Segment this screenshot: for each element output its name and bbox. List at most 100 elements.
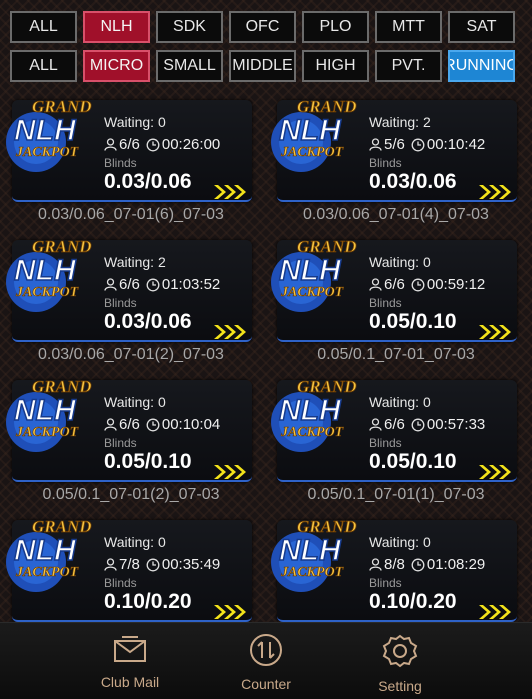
filter-all-games[interactable]: ALL [10, 11, 77, 43]
nav-setting[interactable]: Setting [345, 633, 455, 694]
table-card[interactable]: Waiting: 0 6/6 00:10:04 Blinds 0.05/0.10… [6, 374, 256, 514]
table-name: 0.03/0.06_07-01(4)_07-03 [303, 206, 489, 223]
table-timer: 01:03:52 [161, 276, 221, 293]
svg-text:JACKPOT: JACKPOT [15, 425, 80, 440]
waiting-count: Waiting: 0 [104, 114, 166, 130]
filter-sat[interactable]: SAT [448, 11, 515, 43]
table-card[interactable]: Waiting: 2 5/6 00:10:42 Blinds 0.03/0.06… [271, 94, 521, 234]
waiting-count: Waiting: 2 [104, 254, 166, 270]
filter-middle[interactable]: MIDDLE [229, 50, 296, 82]
nav-label: Setting [378, 678, 422, 694]
blinds-value: 0.03/0.06 [369, 170, 457, 193]
stakes-filter-row: ALL MICRO SMALL MIDDLE HIGH PVT. RUNNING [10, 50, 515, 82]
filter-high[interactable]: HIGH [302, 50, 369, 82]
grand-nlh-jackpot-logo: GRAND NLH JACKPOT [271, 517, 357, 592]
clock-icon [146, 278, 160, 291]
players-icon [104, 558, 117, 571]
svg-text:NLH: NLH [279, 534, 342, 567]
players-icon [104, 418, 117, 431]
filter-running[interactable]: RUNNING [448, 50, 515, 82]
filter-ofc[interactable]: OFC [229, 11, 296, 43]
filter-all-stakes[interactable]: ALL [10, 50, 77, 82]
table-timer: 00:10:04 [161, 416, 221, 433]
waiting-count: Waiting: 0 [369, 534, 431, 550]
clock-icon [411, 558, 425, 571]
table-card[interactable]: Waiting: 0 6/6 00:59:12 Blinds 0.05/0.10… [271, 234, 521, 374]
join-arrow-icon[interactable] [212, 183, 248, 201]
table-card[interactable]: Waiting: 0 6/6 00:57:33 Blinds 0.05/0.10… [271, 374, 521, 514]
counter-icon [250, 634, 282, 666]
waiting-count: Waiting: 0 [104, 534, 166, 550]
filter-small[interactable]: SMALL [156, 50, 223, 82]
players-and-timer: 6/6 00:10:04 [104, 416, 220, 433]
join-arrow-icon[interactable] [477, 463, 513, 481]
players-and-timer: 6/6 00:57:33 [369, 416, 485, 433]
nav-counter[interactable]: Counter [211, 633, 321, 692]
clock-icon [146, 558, 160, 571]
blinds-label: Blinds [104, 296, 137, 310]
svg-text:JACKPOT: JACKPOT [15, 145, 80, 160]
filter-nlh[interactable]: NLH [83, 11, 150, 43]
join-arrow-icon[interactable] [477, 323, 513, 341]
join-arrow-icon[interactable] [212, 603, 248, 621]
waiting-count: Waiting: 0 [369, 394, 431, 410]
waiting-count: Waiting: 2 [369, 114, 431, 130]
clock-icon [146, 418, 160, 431]
svg-text:JACKPOT: JACKPOT [280, 145, 345, 160]
players-icon [104, 138, 117, 151]
players-icon [369, 278, 382, 291]
filter-micro[interactable]: MICRO [83, 50, 150, 82]
clock-icon [146, 138, 160, 151]
blinds-value: 0.10/0.20 [104, 590, 192, 613]
blinds-value: 0.03/0.06 [104, 170, 192, 193]
player-count: 6/6 [119, 416, 140, 433]
players-and-timer: 6/6 01:03:52 [104, 276, 220, 293]
players-icon [369, 138, 382, 151]
blinds-label: Blinds [369, 576, 402, 590]
blinds-label: Blinds [369, 156, 402, 170]
players-and-timer: 5/6 00:10:42 [369, 136, 485, 153]
bottom-nav: Club Mail Counter Setting [0, 622, 532, 699]
players-and-timer: 7/8 00:35:49 [104, 556, 220, 573]
svg-text:NLH: NLH [14, 254, 77, 287]
filter-private[interactable]: PVT. [375, 50, 442, 82]
table-card[interactable]: Waiting: 2 6/6 01:03:52 Blinds 0.03/0.06… [6, 234, 256, 374]
svg-text:NLH: NLH [279, 394, 342, 427]
join-arrow-icon[interactable] [212, 323, 248, 341]
blinds-label: Blinds [104, 156, 137, 170]
table-name: 0.05/0.1_07-01(2)_07-03 [42, 486, 220, 503]
blinds-value: 0.05/0.10 [104, 450, 192, 473]
filter-mtt[interactable]: MTT [375, 11, 442, 43]
grand-nlh-jackpot-logo: GRAND NLH JACKPOT [271, 237, 357, 312]
waiting-count: Waiting: 0 [104, 394, 166, 410]
player-count: 6/6 [119, 276, 140, 293]
blinds-value: 0.03/0.06 [104, 310, 192, 333]
blinds-label: Blinds [104, 436, 137, 450]
game-type-filter-row: ALL NLH SDK OFC PLO MTT SAT [10, 11, 515, 43]
join-arrow-icon[interactable] [477, 183, 513, 201]
blinds-label: Blinds [369, 296, 402, 310]
players-icon [104, 278, 117, 291]
waiting-count: Waiting: 0 [369, 254, 431, 270]
join-arrow-icon[interactable] [212, 463, 248, 481]
svg-text:NLH: NLH [279, 114, 342, 147]
player-count: 5/6 [384, 136, 405, 153]
filter-plo[interactable]: PLO [302, 11, 369, 43]
players-and-timer: 6/6 00:59:12 [369, 276, 485, 293]
table-timer: 00:26:00 [161, 136, 221, 153]
nav-club-mail[interactable]: Club Mail [75, 633, 185, 690]
player-count: 6/6 [384, 276, 405, 293]
join-arrow-icon[interactable] [477, 603, 513, 621]
table-timer: 00:35:49 [161, 556, 221, 573]
filter-sdk[interactable]: SDK [156, 11, 223, 43]
svg-text:NLH: NLH [14, 394, 77, 427]
svg-text:JACKPOT: JACKPOT [15, 285, 80, 300]
table-card[interactable]: Waiting: 0 6/6 00:26:00 Blinds 0.03/0.06… [6, 94, 256, 234]
svg-text:JACKPOT: JACKPOT [280, 285, 345, 300]
svg-text:NLH: NLH [14, 114, 77, 147]
table-name: 0.03/0.06_07-01(2)_07-03 [38, 346, 224, 363]
player-count: 7/8 [119, 556, 140, 573]
svg-text:NLH: NLH [14, 534, 77, 567]
clock-icon [411, 278, 425, 291]
grand-nlh-jackpot-logo: GRAND NLH JACKPOT [6, 237, 92, 312]
